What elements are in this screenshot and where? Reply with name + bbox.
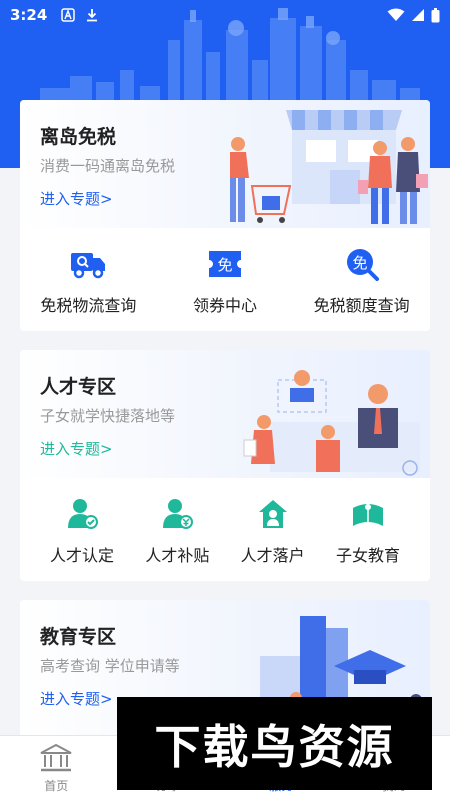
child-education-label: 子女教育 (335, 546, 400, 565)
person-yen-icon (159, 496, 195, 532)
education-enter-link[interactable]: 进入专题> (40, 688, 113, 709)
shopping-illustration (230, 110, 428, 224)
talent-actions: 人才认定 人才补贴 人才落户 子女教育 (20, 478, 430, 566)
coupon-center-button[interactable]: 免 领券中心 (160, 246, 290, 316)
status-time: 3:24 (10, 6, 48, 24)
duty-free-title: 离岛免税 (40, 126, 117, 148)
education-subtitle: 高考查询 学位申请等 (40, 657, 180, 675)
house-person-icon (255, 496, 291, 532)
signal-icon (412, 9, 424, 21)
tab-home-label: 首页 (44, 779, 69, 793)
quota-query-button[interactable]: 免 免税额度查询 (297, 246, 427, 316)
watermark-text: 下载鸟资源 (154, 719, 395, 774)
home-icon (40, 743, 72, 772)
duty-free-actions: 免税物流查询 免 领券中心 免 免税额度查询 (20, 228, 430, 316)
talent-settlement-button[interactable]: 人才落户 (229, 496, 317, 566)
watermark-overlay: 下载鸟资源 (117, 697, 432, 790)
duty-free-subtitle: 消费一码通离岛免税 (40, 157, 176, 175)
talent-certification-button[interactable]: 人才认定 (38, 496, 126, 566)
talent-card: 人才专区 子女就学快捷落地等 进入专题> 人才认定 人才补贴 人才落户 子女教育 (20, 350, 430, 581)
coupon-icon: 免 (207, 246, 243, 282)
battery-icon (431, 7, 440, 22)
duty-free-card: 离岛免税 消费一码通离岛免税 进入专题> 免税物流查询 免 领券中心 免 免税额… (20, 100, 430, 331)
coupon-icon-glyph: 免 (217, 256, 232, 274)
talent-subsidy-label: 人才补贴 (145, 546, 210, 565)
logistics-query-label: 免税物流查询 (40, 296, 137, 315)
status-bar: 3:24 (0, 0, 450, 30)
wifi-icon (387, 8, 405, 21)
talent-subtitle: 子女就学快捷落地等 (40, 407, 176, 425)
quota-icon-glyph: 免 (352, 254, 367, 272)
truck-icon (70, 246, 106, 282)
child-education-button[interactable]: 子女教育 (324, 496, 412, 566)
font-a-icon (61, 8, 76, 22)
talent-illustration (243, 370, 420, 476)
download-icon (87, 9, 98, 22)
duty-free-enter-link[interactable]: 进入专题> (40, 188, 113, 209)
talent-settlement-label: 人才落户 (240, 546, 305, 565)
talent-title: 人才专区 (40, 376, 117, 398)
talent-enter-link[interactable]: 进入专题> (40, 438, 113, 459)
education-title: 教育专区 (40, 626, 117, 648)
logistics-query-button[interactable]: 免税物流查询 (23, 246, 153, 316)
talent-certification-label: 人才认定 (49, 546, 114, 565)
duty-free-banner[interactable]: 离岛免税 消费一码通离岛免税 进入专题> (20, 100, 430, 228)
coupon-center-label: 领券中心 (192, 296, 257, 315)
tab-home[interactable]: 首页 (0, 736, 113, 800)
person-check-icon (64, 496, 100, 532)
talent-banner[interactable]: 人才专区 子女就学快捷落地等 进入专题> (20, 350, 430, 478)
book-person-icon (350, 496, 386, 532)
quota-query-label: 免税额度查询 (313, 296, 410, 315)
search-quota-icon: 免 (344, 246, 380, 282)
talent-subsidy-button[interactable]: 人才补贴 (133, 496, 221, 566)
